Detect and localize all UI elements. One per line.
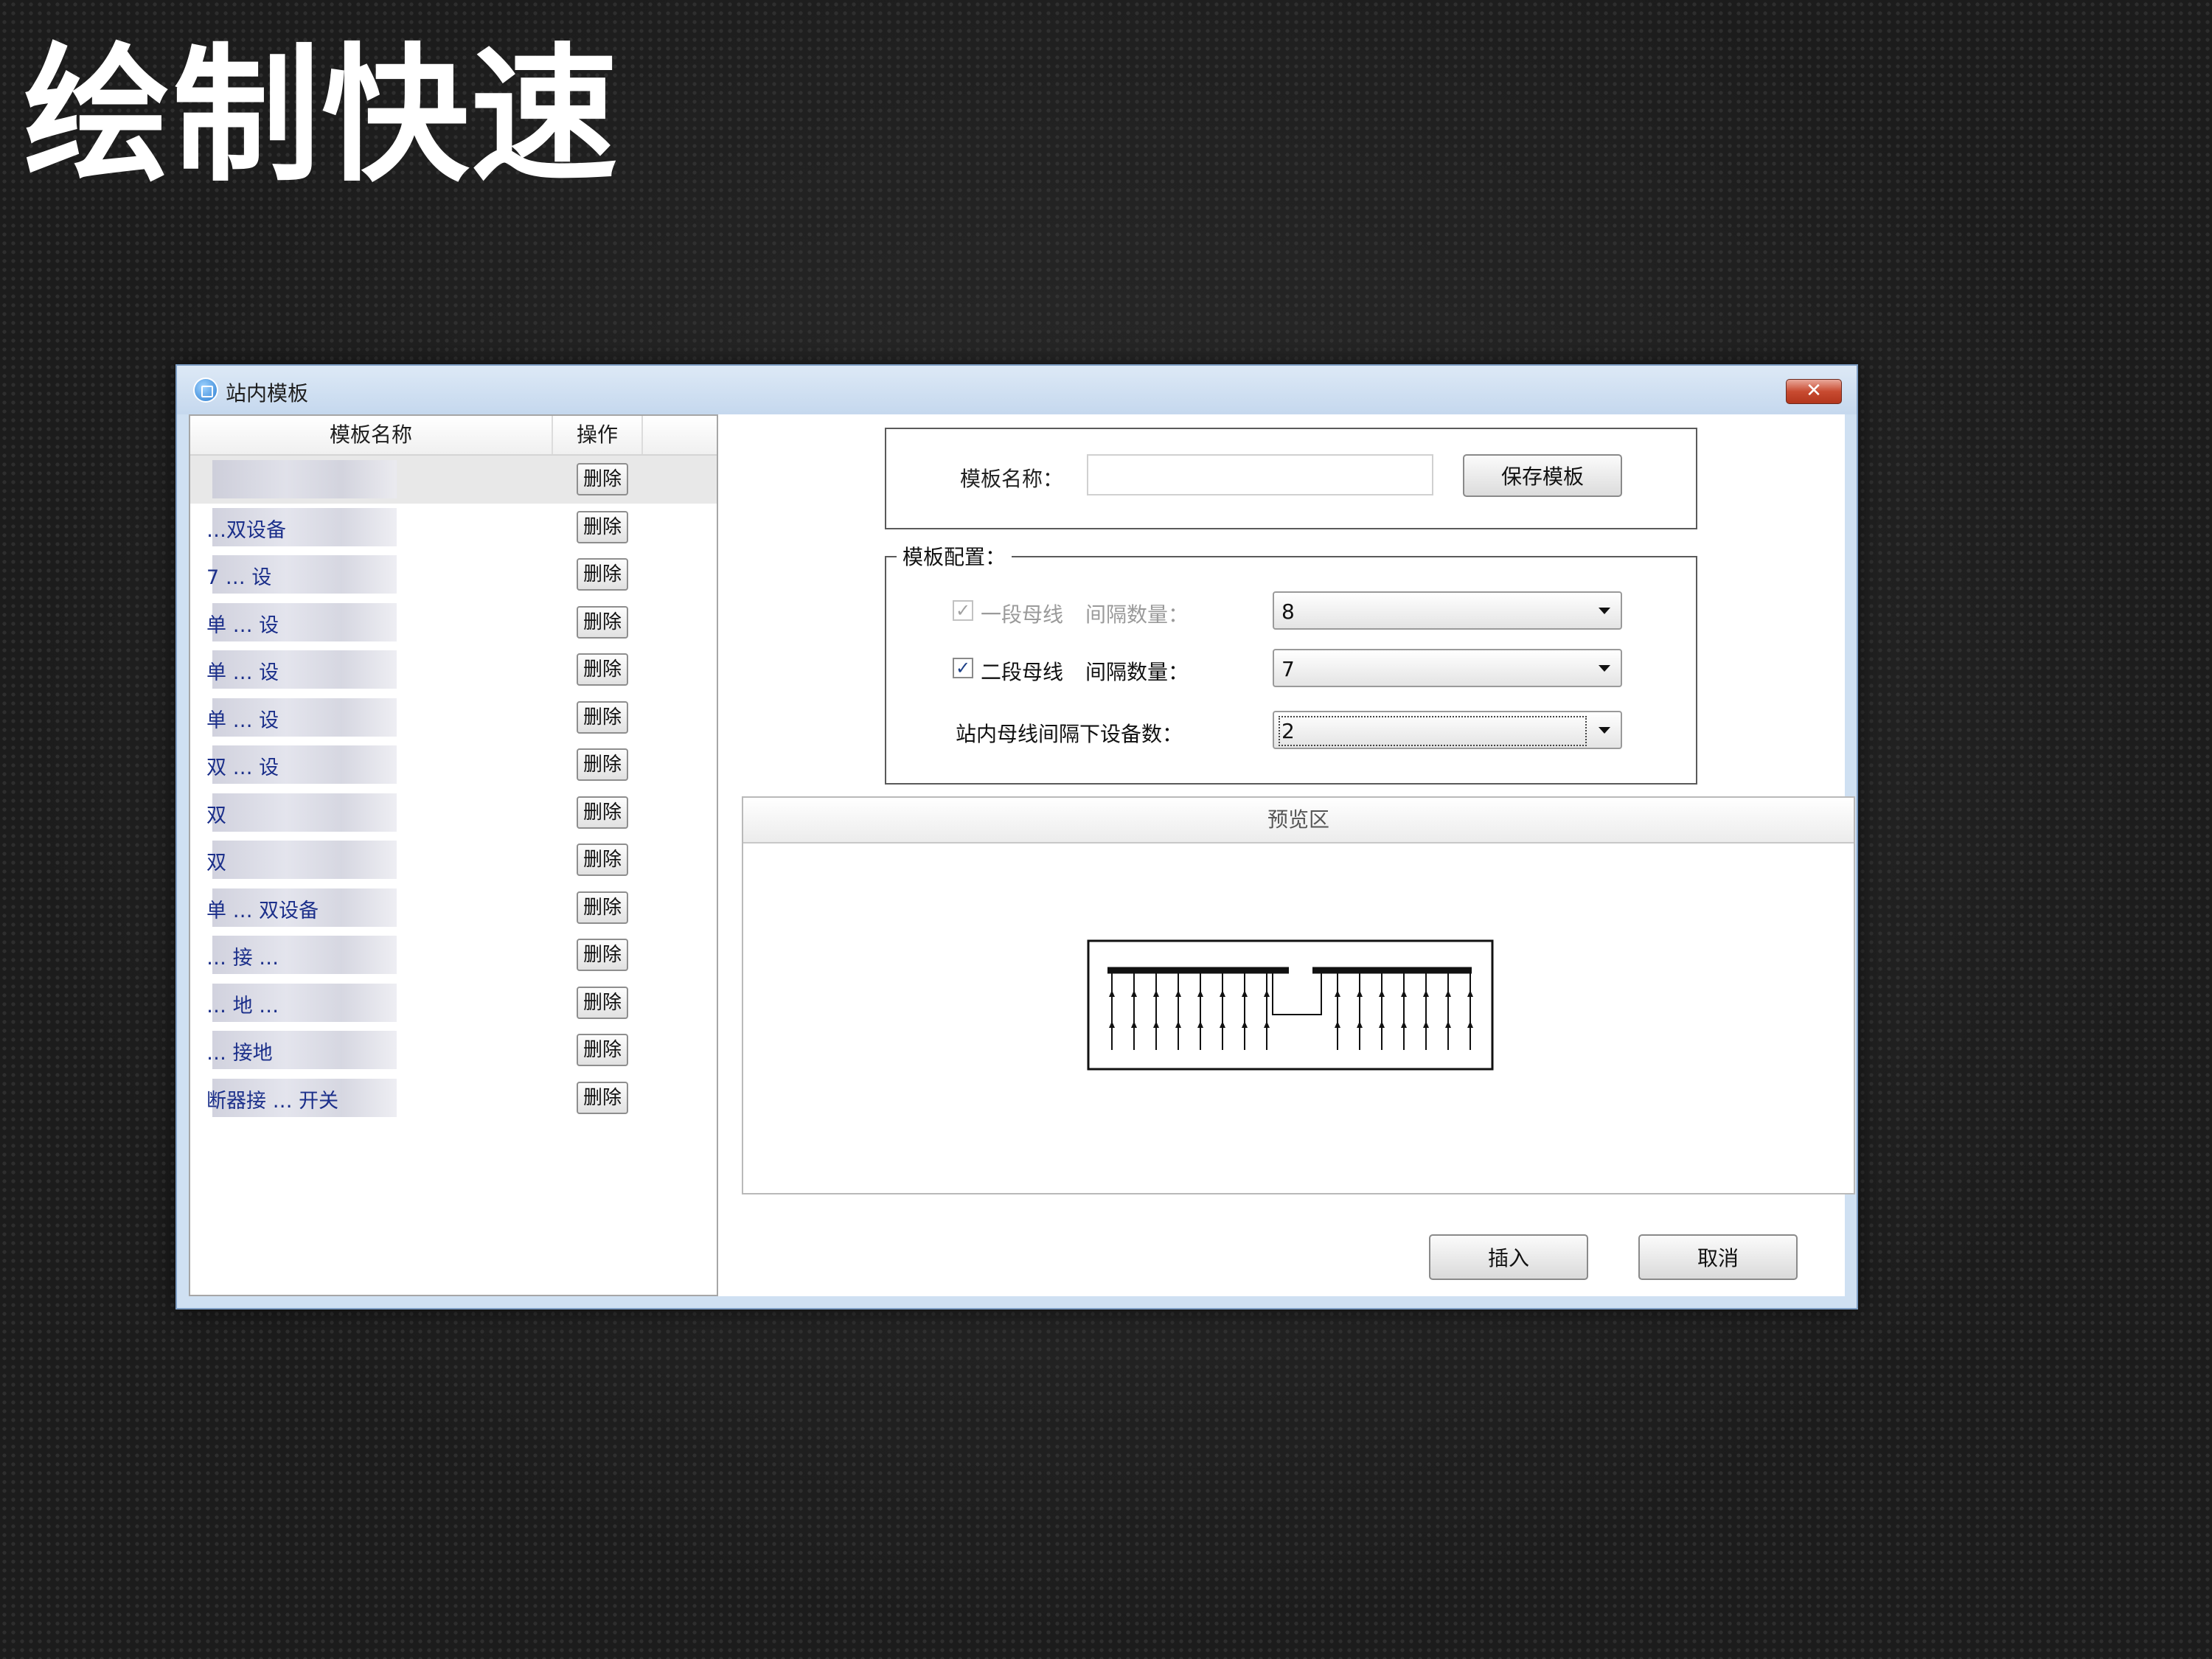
table-row[interactable]: 单 … 设 删除 [190,599,717,647]
chevron-down-icon [1599,727,1610,734]
chevron-down-icon [1599,608,1610,614]
table-row[interactable]: 断器接 … 开关 删除 [190,1074,717,1122]
table-row[interactable]: 双 … 设 删除 [190,741,717,789]
delete-button[interactable]: 删除 [577,796,628,829]
devices-per-bay-label: 站内母线间隔下设备数： [956,722,1183,746]
delete-button[interactable]: 删除 [577,605,628,639]
delete-button[interactable]: 删除 [577,939,628,971]
template-name-cell: 单 … 设 [206,709,279,732]
template-name-cell: …双设备 [206,518,286,542]
table-row[interactable]: 删除 [190,456,717,504]
template-list: 模板名称 操作 删除 …双设备 删除 7 … 设删除单 … 设删除单 … 设删除单 …… [189,414,718,1296]
preview-title: 预览区 [743,798,1854,844]
table-row[interactable]: 双 删除 [190,789,717,837]
dialog-client: 模板名称 操作 删除 …双设备 删除 7 … 设删除单 … 设删除单 … 设删除单 …… [189,414,1855,1296]
template-name-cell: … 接 … [206,947,279,970]
cancel-button[interactable]: 取消 [1638,1234,1798,1280]
devices-per-bay-select[interactable]: 2 [1273,711,1622,749]
template-config-section: 模板配置： ✓ 一段母线 间隔数量： 8 ✓ 二段母线 间隔数量： 7 站内母线… [885,541,1697,785]
config-legend: 模板配置： [897,541,1012,571]
template-name-cell: 双 [206,852,226,874]
table-row[interactable]: 7 … 设 删除 [190,551,717,599]
redacted-block [212,460,397,498]
delete-button[interactable]: 删除 [577,1081,628,1114]
window-title: 站内模板 [226,381,309,406]
column-header-name[interactable]: 模板名称 [190,416,553,454]
table-row[interactable]: …双设备 删除 [190,504,717,552]
template-name-cell: 断器接 … 开关 [206,1089,339,1113]
template-name-cell: 单 … 双设备 [206,899,319,922]
bus2-count-label: 间隔数量： [1085,660,1189,684]
table-row[interactable]: … 接 … 删除 [190,931,717,979]
template-name-label: 模板名称： [960,467,1064,491]
devices-per-bay-value: 2 [1279,716,1587,746]
title-bar[interactable]: 站内模板 ✕ [177,366,1857,414]
bus2-row: ✓ 二段母线 间隔数量： 7 [886,646,1696,690]
table-row[interactable]: … 地 … 删除 [190,979,717,1027]
bus1-count-label: 间隔数量： [1085,602,1189,627]
delete-button[interactable]: 删除 [577,558,628,591]
table-row[interactable]: 双 删除 [190,836,717,884]
bus1-count-value: 8 [1281,599,1295,624]
list-header: 模板名称 操作 [190,416,717,456]
delete-button[interactable]: 删除 [577,748,628,781]
insert-button[interactable]: 插入 [1429,1234,1588,1280]
bus1-count-select[interactable]: 8 [1273,591,1622,630]
template-name-cell: 7 … 设 [206,566,272,589]
delete-button[interactable]: 删除 [577,1034,628,1066]
table-row[interactable]: 单 … 双设备 删除 [190,884,717,932]
table-row[interactable]: … 接地 删除 [190,1026,717,1074]
devices-row: 站内母线间隔下设备数： 2 [886,708,1696,752]
delete-button[interactable]: 删除 [577,844,628,876]
bus1-checkbox[interactable]: ✓ [953,600,973,621]
template-name-cell: … 地 … [206,994,279,1018]
table-row[interactable]: 单 … 设 删除 [190,646,717,694]
bus2-label: 二段母线 [981,660,1064,684]
bus2-checkbox[interactable]: ✓ [953,658,973,678]
bus2-count-value: 7 [1281,657,1295,681]
template-name-cell: … 接地 [206,1042,273,1065]
template-name-input[interactable] [1087,454,1433,495]
column-header-operation[interactable]: 操作 [553,416,643,454]
delete-button[interactable]: 删除 [577,463,628,495]
template-name-cell: 双 [206,804,226,827]
delete-button[interactable]: 删除 [577,700,628,734]
delete-button[interactable]: 删除 [577,986,628,1019]
template-rows: 删除 …双设备 删除 7 … 设删除单 … 设删除单 … 设删除单 … 设删除双 … … [190,456,717,1121]
save-template-button[interactable]: 保存模板 [1463,454,1622,497]
app-icon [193,378,218,403]
bus1-row: ✓ 一段母线 间隔数量： 8 [886,588,1696,633]
chevron-down-icon [1599,665,1610,672]
template-name-cell: 单 … 设 [206,661,279,684]
template-dialog: 站内模板 ✕ 模板名称 操作 删除 …双设备 删除 7 … 设删除单 … 设删除单 …… [175,364,1858,1310]
delete-button[interactable]: 删除 [577,653,628,686]
slide-title: 绘制快速 [24,30,620,202]
bus-diagram [1087,939,1494,1071]
bus2-count-select[interactable]: 7 [1273,649,1622,687]
template-name-section: 模板名称： 保存模板 [885,428,1697,529]
template-name-cell: 双 … 设 [206,757,279,779]
preview-panel: 预览区 [742,796,1855,1194]
delete-button[interactable]: 删除 [577,891,628,924]
close-button[interactable]: ✕ [1786,379,1842,404]
template-name-cell: 单 … 设 [206,613,279,637]
table-row[interactable]: 单 … 设 删除 [190,694,717,742]
diagram-frame [1087,939,1494,1071]
delete-button[interactable]: 删除 [577,510,628,543]
bus1-label: 一段母线 [981,602,1064,627]
